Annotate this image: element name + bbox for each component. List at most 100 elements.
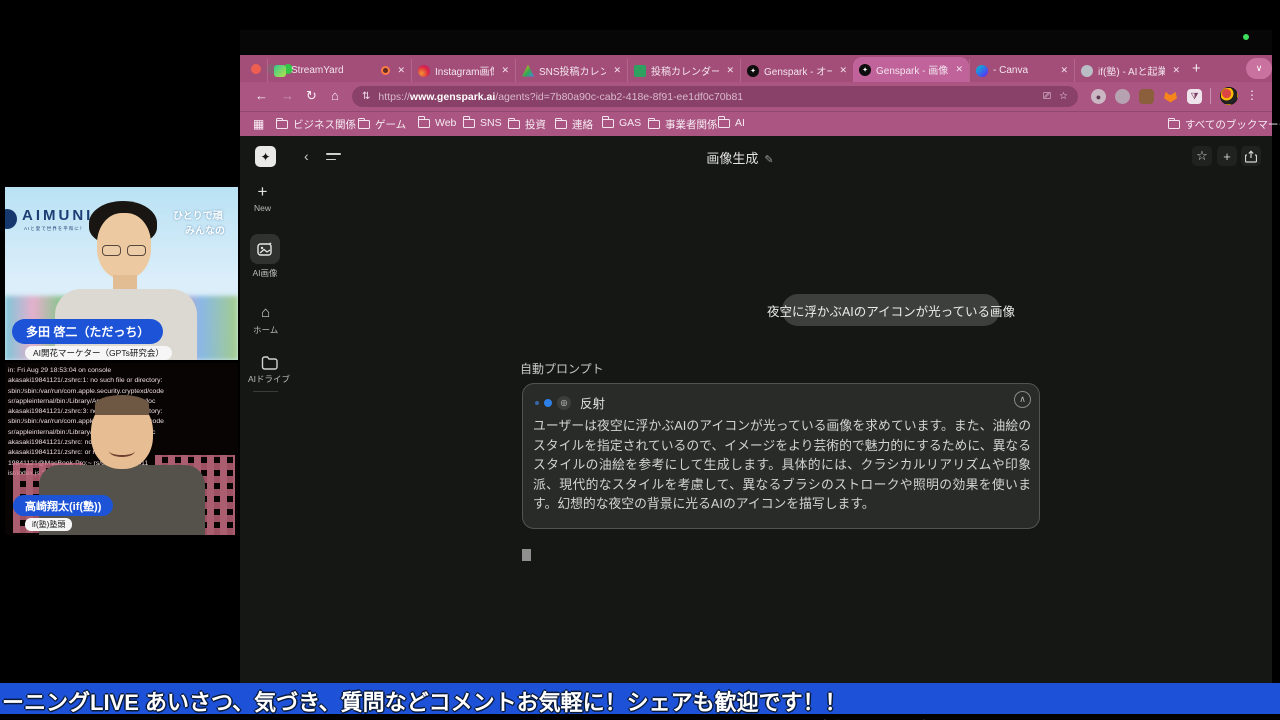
globe-favicon: [1081, 65, 1093, 77]
extension-save-icon[interactable]: [1139, 89, 1154, 104]
backdrop-text: みんなの: [185, 222, 225, 237]
all-bookmarks-button[interactable]: すべてのブックマーク: [1168, 117, 1280, 132]
sidebar-item-new[interactable]: + New: [254, 184, 271, 213]
reload-button[interactable]: ↻: [306, 88, 317, 104]
bookmark-folder-invest[interactable]: 投資: [508, 117, 546, 132]
profile-avatar[interactable]: [1220, 87, 1238, 105]
role-tag: if(塾)塾頭: [25, 518, 72, 531]
camera-active-indicator: [1243, 34, 1249, 40]
streaming-cursor: [522, 549, 531, 561]
extension-camera-icon[interactable]: ●: [1091, 89, 1106, 104]
page-title: 画像生成✎: [290, 148, 1190, 167]
aimuniq-tagline: AIと愛で世界を平和に！: [24, 226, 85, 232]
ticker-text: ーニングLIVE あいさつ、気づき、質問などコメントお気軽に！シェアも歓迎です！…: [2, 685, 847, 714]
browser-window: StreamYard ✕ Instagram画像ジ ✕ SNS投稿カレンダ ✕ …: [240, 30, 1272, 683]
tab-close-icon[interactable]: ✕: [613, 65, 621, 76]
presenter-hair: [95, 395, 149, 415]
genspark-logo[interactable]: ✦: [255, 146, 276, 167]
cast-icon[interactable]: ⎚: [1043, 91, 1051, 102]
tab-post-calendar[interactable]: 投稿カレンダー… ✕: [627, 59, 740, 82]
browser-menu-icon[interactable]: ⋮: [1246, 88, 1258, 102]
webcam-presenter-top: AIMUNIQ AIと愛で世界を平和に！ ひとりで頑 みんなの 多田 啓二（ただ…: [5, 187, 238, 360]
bookmark-folder-ai[interactable]: AI: [718, 117, 745, 129]
bookmark-folder-contact[interactable]: 連絡: [555, 117, 593, 132]
address-bar[interactable]: ⇅ https://www.genspark.ai/agents?id=7b80…: [352, 86, 1078, 107]
bookmark-folder-game[interactable]: ゲーム: [358, 117, 406, 132]
role-tag: AI開花マーケター（GPTs研究会）: [25, 346, 172, 360]
extensions-puzzle-icon[interactable]: ⧩: [1187, 89, 1202, 104]
bookmark-folder-biz-owner[interactable]: 事業者関係: [648, 117, 718, 132]
back-button[interactable]: ←: [255, 88, 268, 103]
edit-title-pencil-icon[interactable]: ✎: [764, 154, 773, 166]
stream-stage: StreamYard ✕ Instagram画像ジ ✕ SNS投稿カレンダ ✕ …: [0, 0, 1280, 720]
browser-toolbar: ← → ↻ ⌂ ⇅ https://www.genspark.ai/agents…: [240, 82, 1272, 111]
live-ticker-banner: ーニングLIVE あいさつ、気づき、質問などコメントお気軽に！シェアも歓迎です！…: [0, 683, 1280, 714]
genspark-favicon: ✦: [747, 65, 759, 77]
user-message-bubble: 夜空に浮かぶAIのアイコンが光っている画像: [782, 294, 1000, 326]
new-chat-button[interactable]: +: [1217, 146, 1237, 166]
loading-dot-icon: [535, 401, 539, 405]
tab-if-juku[interactable]: if(塾) - AIと起業 ✕: [1074, 59, 1186, 82]
bookmark-folder-gas[interactable]: GAS: [602, 117, 641, 129]
streamyard-favicon: [274, 65, 286, 77]
reflection-swirl-icon: ◎: [557, 396, 571, 410]
tab-close-icon[interactable]: ✕: [1060, 65, 1068, 76]
tab-close-icon[interactable]: ✕: [501, 65, 509, 76]
drive-folder-icon: [261, 356, 278, 370]
tab-streamyard[interactable]: StreamYard ✕: [267, 59, 411, 82]
folder-icon: [718, 119, 730, 128]
prompt-text: ユーザーは夜空に浮かぶAIのアイコンが光っている画像を求めています。また、油絵の…: [533, 416, 1031, 514]
glasses-icon: [127, 245, 146, 256]
webcam-presenter-bottom: in: Fri Aug 29 18:53:04 on console akasa…: [5, 363, 238, 535]
favorite-star-button[interactable]: ☆: [1192, 146, 1212, 166]
tab-instagram[interactable]: Instagram画像ジ ✕: [411, 59, 515, 82]
bookmark-folder-sns[interactable]: SNS: [463, 117, 502, 129]
share-export-button[interactable]: [1241, 146, 1261, 166]
collapse-chevron-button[interactable]: ∧: [1014, 391, 1031, 408]
site-settings-icon[interactable]: ⇅: [362, 91, 370, 102]
window-close-button[interactable]: [251, 64, 261, 74]
home-button[interactable]: ⌂: [331, 88, 339, 103]
apps-grid-icon[interactable]: ▦: [253, 117, 264, 131]
tab-close-icon[interactable]: ✕: [726, 65, 734, 76]
instagram-favicon: [418, 65, 430, 77]
bookmark-folder-business[interactable]: ビジネス関係: [276, 117, 356, 132]
tab-genspark-image-active[interactable]: ✦ Genspark - 画像 ✕: [853, 57, 969, 82]
folder-icon: [358, 120, 370, 129]
sidebar-divider: [253, 391, 278, 392]
bookmark-folder-web[interactable]: Web: [418, 117, 456, 129]
genspark-app: ✦ + New ✦ AI画像 ⌂ ホーム AIドライブ: [240, 136, 1272, 683]
bookmark-star-icon[interactable]: ☆: [1059, 91, 1068, 102]
sidebar-item-ai-drive[interactable]: AIドライブ: [248, 356, 290, 385]
sidebar-item-home[interactable]: ⌂ ホーム: [253, 304, 278, 336]
sidebar-item-ai-image[interactable]: ✦ AI画像: [250, 234, 280, 279]
folder-icon: [602, 119, 614, 128]
metamask-fox-icon[interactable]: [1163, 89, 1178, 104]
tab-sns-calendar[interactable]: SNS投稿カレンダ ✕: [515, 59, 627, 82]
name-tag: 多田 啓二（ただっち）: [12, 319, 163, 344]
tab-close-icon[interactable]: ✕: [397, 65, 405, 76]
svg-text:✦: ✦: [268, 242, 272, 248]
new-tab-button[interactable]: +: [1192, 61, 1201, 76]
url-text: https://www.genspark.ai/agents?id=7b80a9…: [378, 91, 1035, 103]
folder-icon: [648, 120, 660, 129]
folder-icon: [418, 119, 430, 128]
forward-button[interactable]: →: [281, 88, 294, 103]
tab-close-icon[interactable]: ✕: [839, 65, 847, 76]
tab-search-button[interactable]: ∨: [1246, 58, 1272, 79]
tab-canva[interactable]: - Canva ✕: [969, 59, 1074, 82]
auto-prompt-card: ◎ 反射 ∧ ユーザーは夜空に浮かぶAIのアイコンが光っている画像を求めています…: [522, 383, 1040, 529]
bookmarks-bar: ▦ ビジネス関係 ゲーム Web SNS 投資 連絡 GAS 事業者関係 AI …: [240, 111, 1272, 136]
loading-dot-icon: [544, 399, 552, 407]
presenter-smile: [109, 445, 135, 457]
tab-genspark-other[interactable]: ✦ Genspark - オー ✕: [740, 59, 853, 82]
shared-screen-top-strip: [240, 30, 1272, 55]
folder-icon: [508, 120, 520, 129]
name-tag: 高崎翔太(if(塾)): [13, 495, 113, 516]
folder-icon: [555, 120, 567, 129]
extension-generic-icon[interactable]: [1115, 89, 1130, 104]
canva-favicon: [976, 65, 988, 77]
recording-indicator-icon: [381, 66, 390, 75]
tab-close-icon[interactable]: ✕: [955, 64, 963, 75]
tab-close-icon[interactable]: ✕: [1172, 65, 1180, 76]
